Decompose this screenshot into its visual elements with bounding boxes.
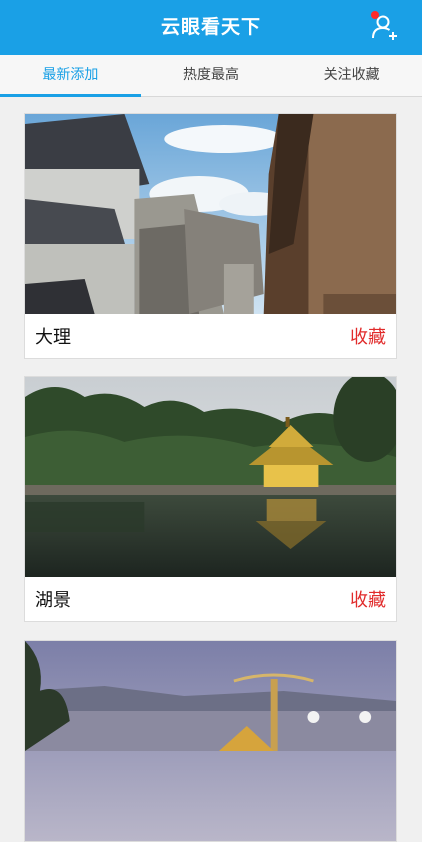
add-user-button[interactable]: [370, 11, 400, 42]
place-card[interactable]: 大理 收藏: [24, 113, 397, 359]
place-card[interactable]: 湖景 收藏: [24, 376, 397, 622]
favorite-button[interactable]: 收藏: [350, 323, 386, 349]
place-name: 大理: [35, 327, 71, 348]
place-photo: [25, 114, 396, 314]
place-photo: [25, 641, 396, 841]
place-name: 湖景: [35, 590, 71, 611]
tab-bar: 最新添加 热度最高 关注收藏: [0, 55, 422, 97]
card-caption: 大理 收藏: [25, 314, 396, 358]
tab-favorites[interactable]: 关注收藏: [281, 55, 422, 96]
app-title: 云眼看天下: [160, 16, 261, 38]
tab-hottest[interactable]: 热度最高: [141, 55, 282, 96]
card-caption: 湖景 收藏: [25, 577, 396, 621]
place-card[interactable]: [24, 640, 397, 842]
place-photo: [25, 377, 396, 577]
favorite-button[interactable]: 收藏: [350, 586, 386, 612]
notification-dot: [371, 11, 379, 19]
tab-latest[interactable]: 最新添加: [0, 55, 141, 97]
app-header: 云眼看天下: [0, 0, 422, 55]
